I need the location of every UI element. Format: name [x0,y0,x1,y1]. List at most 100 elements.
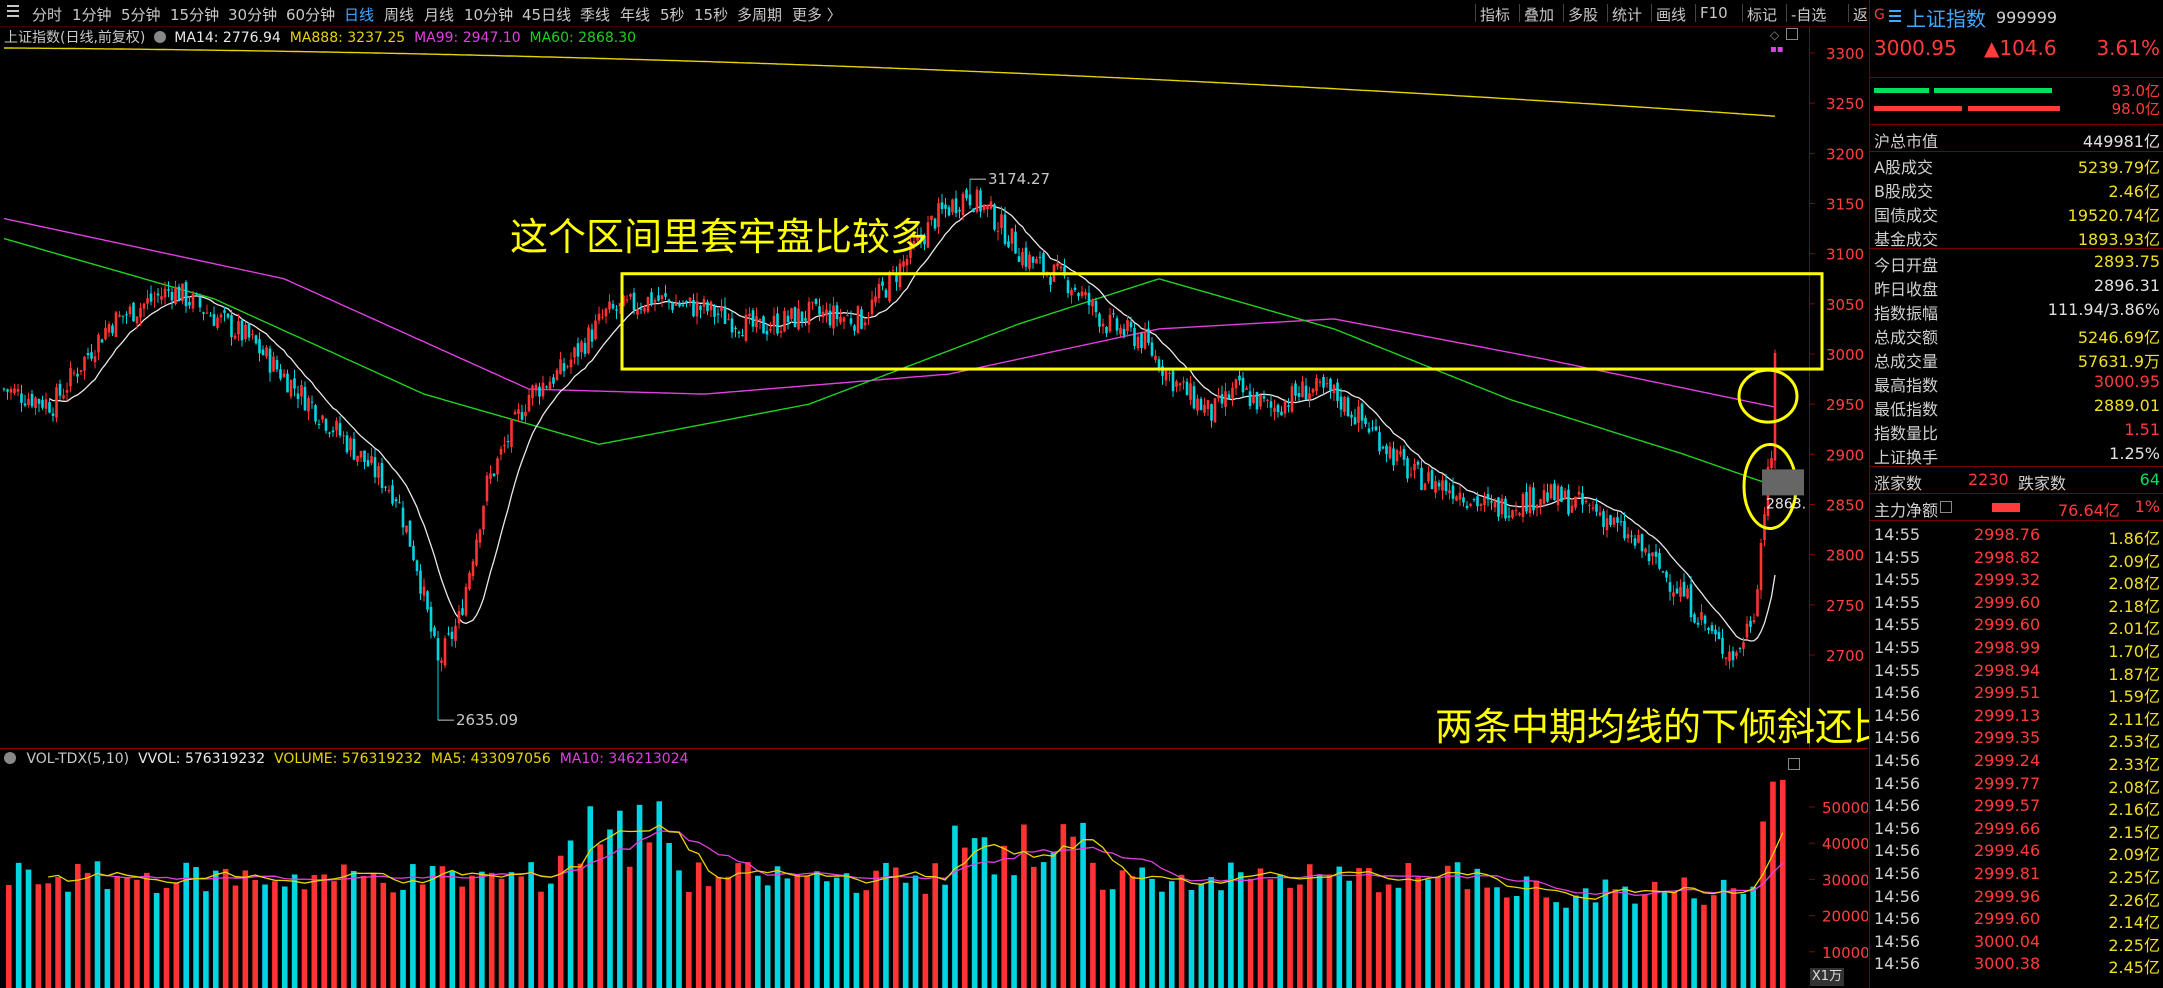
candle-body [335,420,338,431]
candle-body [1770,458,1773,468]
capital-info-icon[interactable] [1940,501,1952,513]
candle-body [776,313,779,334]
volume-bar [1651,881,1658,988]
stat-row: A股成交 5239.79亿 [1874,152,2160,177]
candle-body [1126,320,1129,332]
volume-bar [1691,898,1697,988]
stat-row: 指数振幅 111.94/3.86% [1874,298,2160,323]
tick-price: 3000.04 [1974,931,2041,951]
candle-body [125,314,128,316]
candle-body [1315,377,1318,392]
candle-body [608,301,611,310]
price-chart[interactable]: 3300 3250 3200 3150 3100 3050 3000 2950 2900 2850… [0,0,1868,750]
volume-bar [212,870,219,988]
volume-bar [1277,874,1283,988]
volume-bar [1513,895,1520,988]
candle-body [797,308,800,330]
candle-body [1486,493,1490,500]
volume-bar [1543,897,1550,988]
stat-row: 基金成交 1893.93亿 [1874,224,2160,249]
volume-bar [548,883,554,988]
candle-body [338,423,342,436]
tick-volume: 2.09亿 [2108,845,2160,865]
candle-body [468,572,471,590]
price-axis-label: 2800 [1826,547,1864,565]
candle-body [482,505,485,530]
volume-bar [518,876,525,988]
candle-body [1721,637,1724,654]
candle-body [247,323,251,338]
candle-body [653,300,657,303]
candle-body [300,385,303,397]
candle-body [426,591,429,610]
candle-body [737,331,741,334]
volume-bar [163,887,170,988]
candle-body [1150,342,1154,356]
tick-volume: 2.14亿 [2108,913,2160,933]
candle-body [650,292,653,305]
candle-body [198,296,202,308]
candle-body [314,405,317,422]
volume-bar [55,877,61,988]
candle-body [800,311,804,322]
ma-cross-circle [1737,368,1799,424]
candle-body [555,369,559,380]
candle-body [79,370,83,372]
volume-bar [804,875,810,988]
instrument-code: 999999 [1996,8,2058,27]
candle-body [1325,383,1329,385]
tick-time: 14:56 [1874,954,1921,974]
candle-body [1749,620,1752,627]
tick-volume: 2.01亿 [2108,619,2160,639]
volume-bar [1701,904,1707,988]
volume-unit[interactable]: X1万 [1810,968,1844,986]
candle-body [461,608,464,615]
candle-body [552,377,555,384]
candle-body [1493,501,1497,508]
advance-decline-row: 涨家数 2230 跌家数 64 [1874,468,2160,493]
candle-body [170,291,174,301]
candle-body [1266,399,1269,401]
candle-body [499,448,503,455]
candle-body [594,320,597,340]
tick-row: 14:55 2999.60 2.18亿 [1874,592,2160,616]
tick-price: 2999.24 [1974,751,2041,770]
candle-body [877,284,881,299]
candle-body [1101,323,1105,327]
candle-body [695,301,699,317]
volume-bar [1198,884,1205,988]
candle-body [1269,401,1273,408]
candle-body [1668,582,1672,592]
candle-body [870,299,874,315]
tick-row: 14:55 2998.82 2.09亿 [1874,547,2160,571]
candle-body [734,327,737,330]
stat-label: 总成交量 [1874,352,1939,371]
volume-bar [1287,887,1293,988]
candle-body [443,638,447,666]
volume-bar [400,889,406,988]
tick-price: 2999.46 [1974,841,2041,861]
candle-body [615,309,618,311]
candle-body [741,335,744,337]
candle-body [702,299,706,307]
candle-body [723,306,727,324]
volume-chart[interactable]: 50000 40000 30000 20000 10000 [0,750,1868,988]
inflow-bar-green [1874,88,1929,93]
candle-body [422,586,426,596]
candle-body [1448,490,1451,494]
candle-body [1507,515,1511,518]
candle-body [41,399,44,408]
candle-body [1661,571,1665,573]
candle-body [1423,483,1427,491]
candle-body [818,306,821,315]
candle-body [181,283,184,302]
candle-body [1724,657,1728,659]
candle-body [1353,417,1357,425]
candle-body [359,450,363,458]
menu-icon[interactable] [1888,8,1902,28]
candle-body [1196,398,1199,411]
candle-body [471,561,475,577]
candle-body [1689,584,1693,618]
candle-body [590,329,594,342]
candle-body [1570,505,1574,513]
